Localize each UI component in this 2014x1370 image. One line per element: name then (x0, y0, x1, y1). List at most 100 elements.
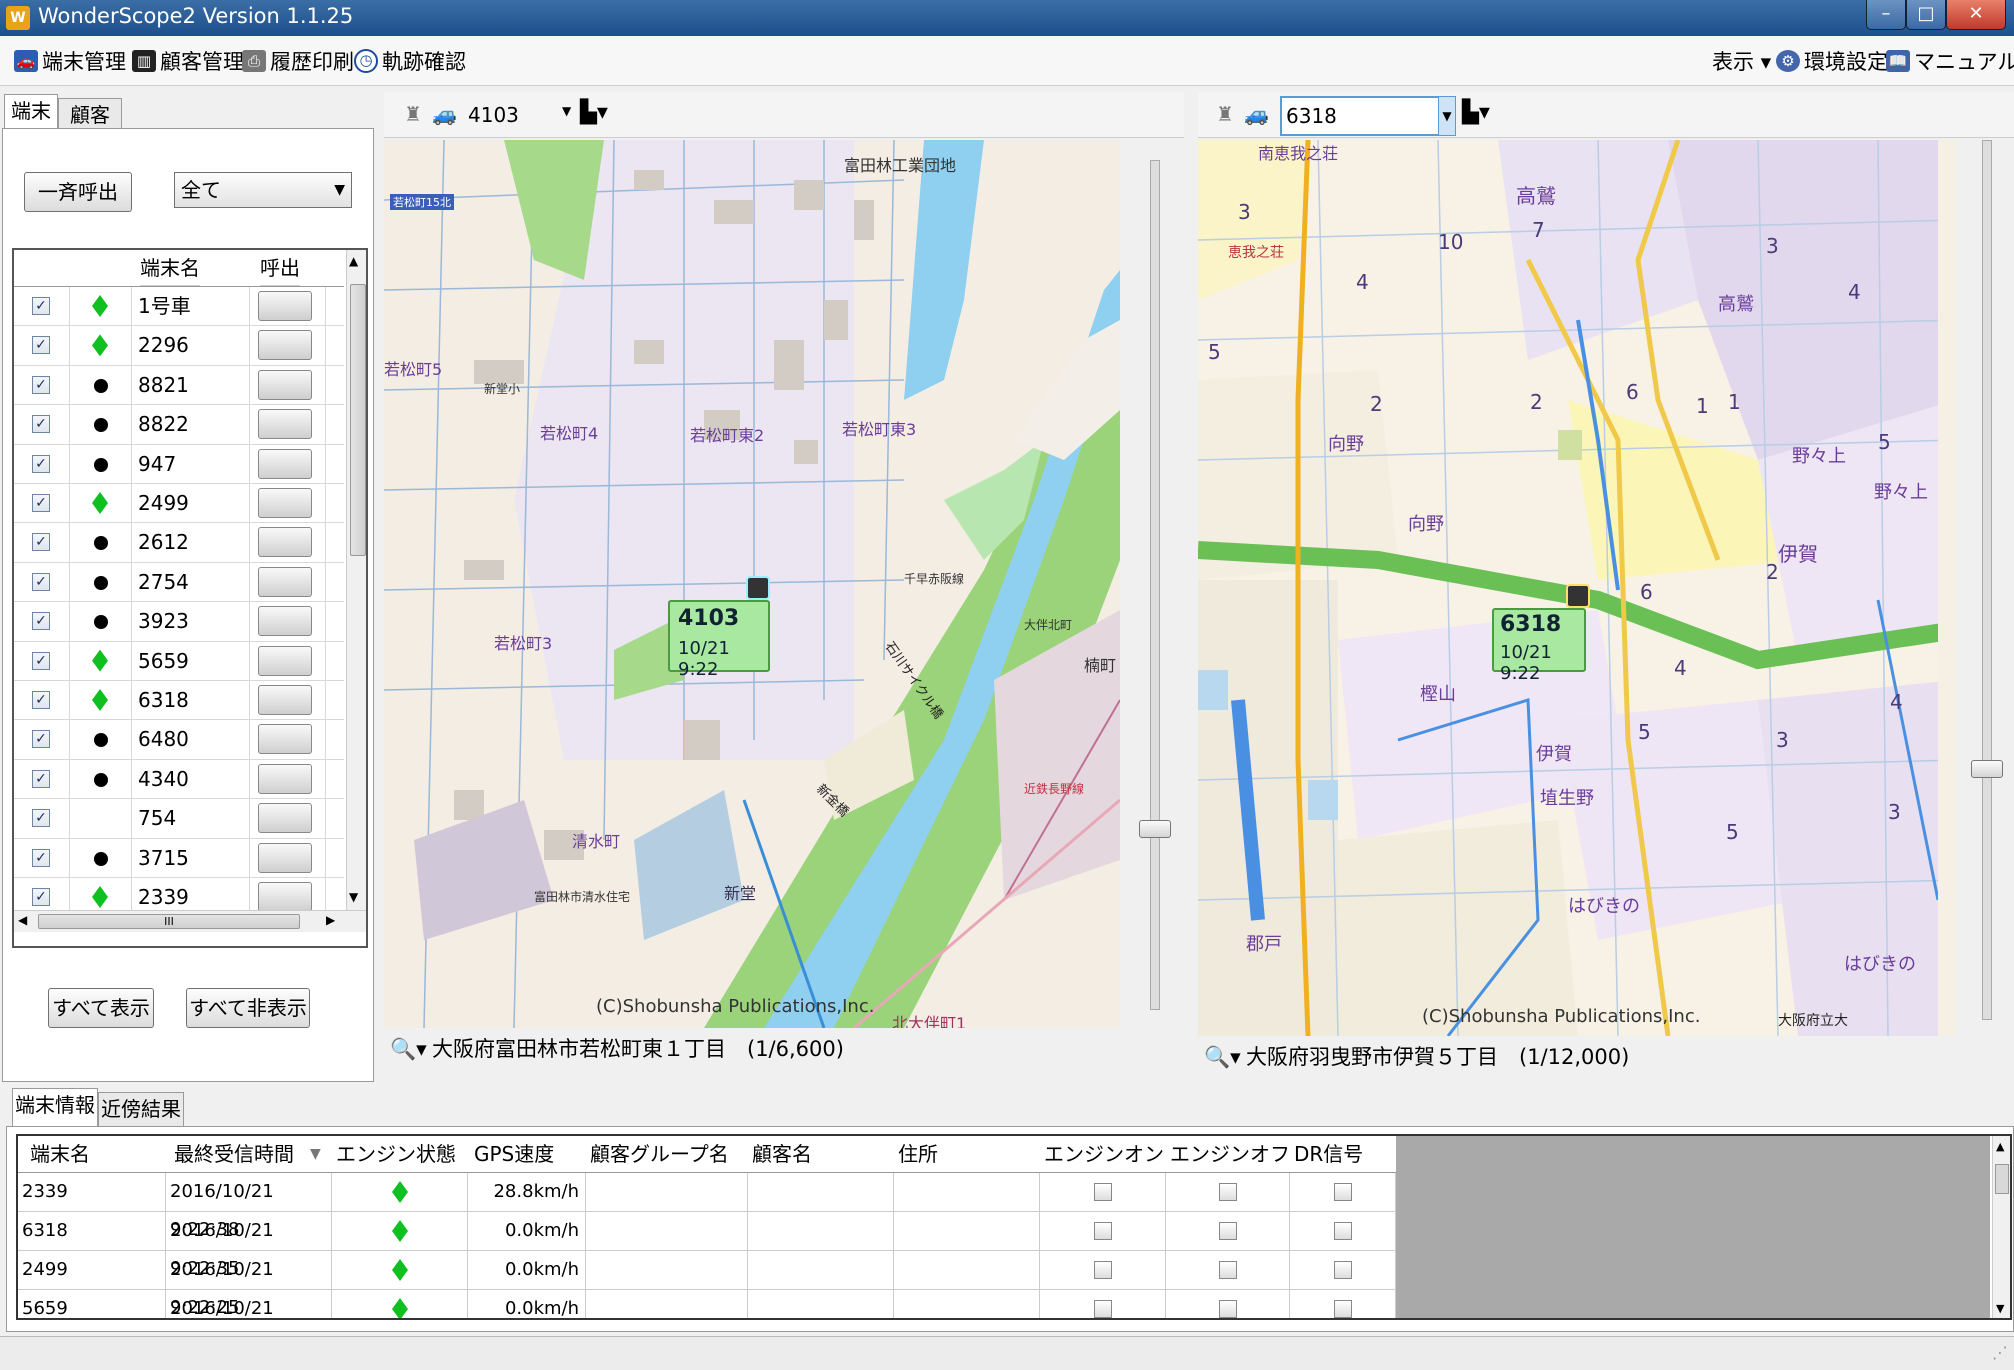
row-checkbox[interactable] (1094, 1183, 1112, 1201)
terminal-row[interactable]: ✓ 947 (14, 444, 344, 484)
column-header-customer-name[interactable]: 顧客名 (752, 1136, 812, 1172)
column-header-name[interactable]: 端末名 (140, 250, 200, 286)
terminal-row[interactable]: ✓ 3923 (14, 602, 344, 642)
terminal-row[interactable]: ✓ 3715 (14, 838, 344, 878)
row-checkbox[interactable]: ✓ (32, 336, 50, 355)
row-checkbox[interactable]: ✓ (32, 415, 50, 434)
column-header-gps-speed[interactable]: GPS速度 (474, 1136, 554, 1172)
building-icon[interactable]: ▙▾ (1462, 100, 1490, 125)
row-checkbox[interactable]: ✓ (32, 454, 50, 473)
call-button[interactable] (258, 842, 312, 873)
terminal-row[interactable]: ✓ 2754 (14, 562, 344, 603)
left-vehicle-select[interactable]: 4103 (468, 100, 568, 130)
row-checkbox[interactable]: ✓ (32, 651, 50, 670)
column-header-dr-signal[interactable]: DR信号 (1294, 1136, 1363, 1172)
scroll-left-icon[interactable]: ◀ (18, 913, 27, 927)
chevron-down-icon[interactable]: ▼ (562, 104, 571, 118)
call-button[interactable] (258, 330, 312, 361)
row-checkbox[interactable]: ✓ (32, 297, 50, 315)
column-header-engine-on[interactable]: エンジンオン (1044, 1136, 1164, 1172)
call-button[interactable] (258, 409, 312, 440)
terminal-management-button[interactable]: 🚗 端末管理 (14, 46, 126, 76)
tab-terminal-info[interactable]: 端末情報 (12, 1088, 98, 1126)
terminal-row[interactable]: ✓ 1号車 (14, 287, 344, 327)
row-checkbox[interactable]: ✓ (32, 769, 50, 788)
info-row[interactable]: 2499 2016/10/21 9:22:25 0.0km/h (18, 1251, 1396, 1318)
tab-customer[interactable]: 顧客 (58, 98, 122, 132)
row-checkbox[interactable] (1219, 1222, 1237, 1240)
right-zoom-thumb[interactable] (1971, 760, 2003, 778)
terminal-row[interactable]: ✓ 5659 (14, 641, 344, 681)
hscroll-thumb[interactable]: III (38, 914, 300, 929)
filter-select[interactable]: 全て ▼ (174, 172, 352, 208)
scrollbar-thumb[interactable] (350, 284, 366, 556)
track-check-button[interactable]: ◷ 軌跡確認 (354, 46, 466, 76)
left-zoom-thumb[interactable] (1139, 820, 1171, 838)
row-checkbox[interactable] (1334, 1261, 1352, 1279)
column-header-engine-status[interactable]: エンジン状態 (336, 1136, 456, 1172)
row-checkbox[interactable] (1094, 1222, 1112, 1240)
vehicle-marker[interactable]: 4103 10/21 9:22 (668, 600, 770, 680)
info-row[interactable]: 6318 2016/10/21 9:22:35 0.0km/h (18, 1212, 1396, 1279)
row-checkbox[interactable]: ✓ (32, 848, 50, 867)
vehicle-icon[interactable] (1566, 584, 1590, 608)
info-row[interactable]: 56592016/10/21 9:22:21 0.0km/h (18, 1290, 1396, 1318)
tab-nearby-results[interactable]: 近傍結果 (98, 1092, 184, 1126)
info-row[interactable]: 2339 2016/10/21 9:22:38 28.8km/h (18, 1173, 1396, 1240)
terminal-row[interactable]: ✓ 8821 (14, 365, 344, 406)
column-header-last-received[interactable]: 最終受信時間 (174, 1136, 294, 1172)
vehicle-marker[interactable]: 6318 10/21 9:22 (1492, 608, 1586, 684)
close-button[interactable]: ✕ (1946, 0, 2006, 30)
row-checkbox[interactable]: ✓ (32, 533, 50, 552)
row-checkbox[interactable] (1219, 1183, 1237, 1201)
row-checkbox[interactable] (1219, 1300, 1237, 1318)
call-button[interactable] (258, 763, 312, 794)
right-map[interactable]: 南恵我之荘 高鷲 向野 向野 伊賀 野々上 野々上 高鷲 はびきの はびきの 郡… (1198, 140, 1956, 1036)
column-header-terminal-name[interactable]: 端末名 (30, 1136, 90, 1172)
row-checkbox[interactable]: ✓ (32, 730, 50, 749)
right-vehicle-select[interactable]: 6318 (1280, 96, 1454, 136)
call-button[interactable] (258, 369, 312, 400)
hide-all-button[interactable]: すべて非表示 (186, 988, 310, 1028)
right-zoom-slider[interactable] (1982, 140, 1992, 1020)
search-icon[interactable]: 🔍▾ (390, 1030, 427, 1068)
column-header-customer-group[interactable]: 顧客グループ名 (590, 1136, 729, 1172)
minimize-button[interactable]: – (1866, 0, 1906, 30)
search-icon[interactable]: 🔍▾ (1204, 1038, 1241, 1076)
row-checkbox[interactable]: ✓ (32, 572, 50, 591)
terminal-row[interactable]: ✓ 4340 (14, 759, 344, 800)
row-checkbox[interactable]: ✓ (32, 494, 50, 512)
row-checkbox[interactable] (1334, 1222, 1352, 1240)
call-button[interactable] (258, 606, 312, 637)
call-button[interactable] (258, 803, 312, 834)
vertical-scrollbar[interactable]: ▲ ▼ (346, 250, 366, 910)
column-header-call[interactable]: 呼出 (260, 250, 300, 286)
scroll-down-icon[interactable]: ▼ (1996, 1302, 2004, 1315)
row-checkbox[interactable] (1094, 1261, 1112, 1279)
terminal-row[interactable]: ✓ 8822 (14, 405, 344, 445)
row-checkbox[interactable]: ✓ (32, 375, 50, 394)
row-checkbox[interactable]: ✓ (32, 691, 50, 709)
scroll-up-icon[interactable]: ▲ (1996, 1140, 2004, 1153)
row-checkbox[interactable]: ✓ (32, 809, 50, 828)
terminal-row[interactable]: ✓ 6318 (14, 681, 344, 721)
show-all-button[interactable]: すべて表示 (48, 988, 154, 1028)
vehicle-icon[interactable] (746, 576, 770, 600)
scrollbar-thumb[interactable] (1995, 1164, 2009, 1194)
call-button[interactable] (258, 527, 312, 558)
horizontal-scrollbar[interactable]: ◀ III ▶ (14, 910, 366, 932)
terminal-row[interactable]: ✓ 6480 (14, 720, 344, 760)
terminal-row[interactable]: ✓ 2612 (14, 523, 344, 563)
tab-terminal[interactable]: 端末 (4, 94, 58, 132)
vertical-scrollbar[interactable]: ▲ ▼ (1992, 1136, 2010, 1318)
call-button[interactable] (258, 645, 312, 676)
maximize-button[interactable]: □ (1906, 0, 1946, 30)
left-zoom-slider[interactable] (1150, 160, 1160, 1010)
resize-grip-icon[interactable]: ⋰ (1992, 1343, 2008, 1362)
call-button[interactable] (258, 685, 312, 715)
scroll-down-icon[interactable]: ▼ (349, 890, 358, 904)
history-print-button[interactable]: ⎙ 履歴印刷 (242, 46, 354, 76)
row-checkbox[interactable] (1334, 1300, 1352, 1318)
call-button[interactable] (258, 724, 312, 755)
row-checkbox[interactable] (1219, 1261, 1237, 1279)
